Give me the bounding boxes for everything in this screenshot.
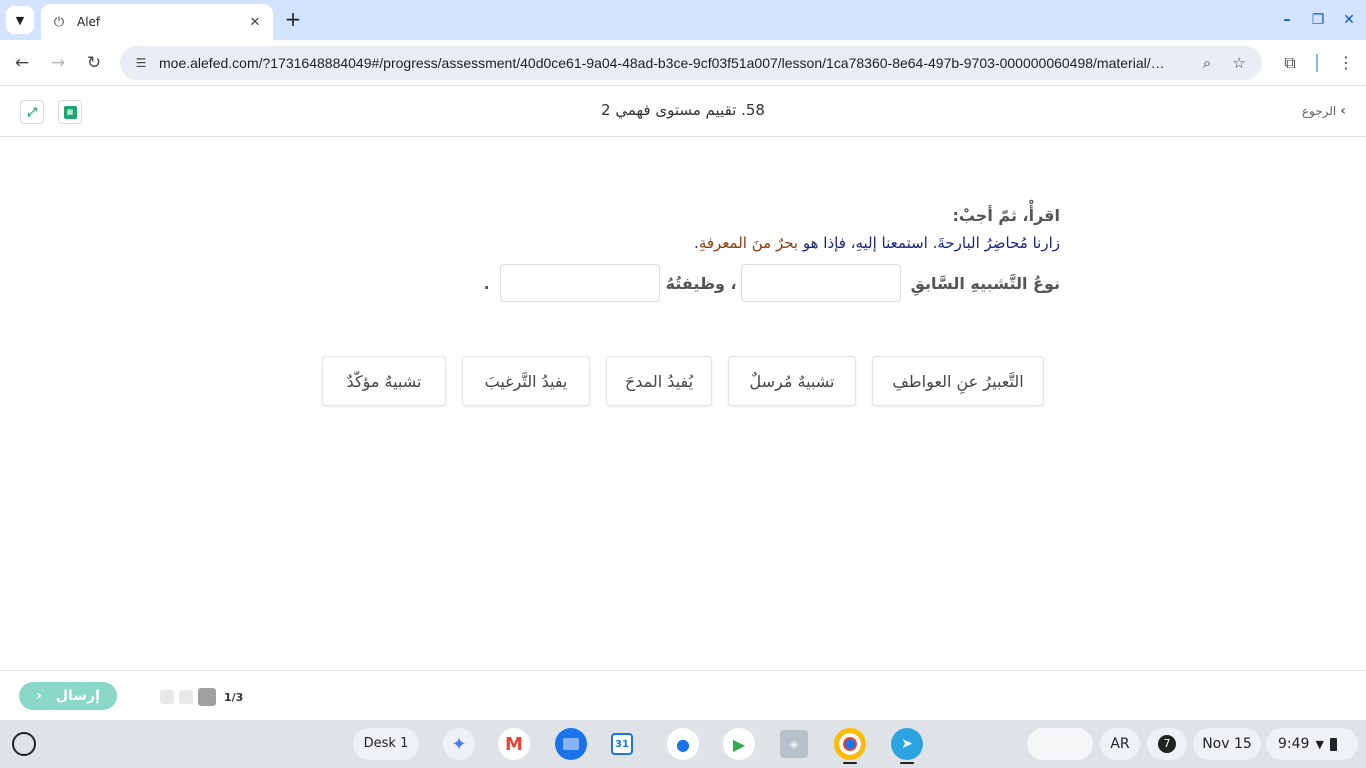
launcher-icon[interactable] — [12, 732, 36, 756]
tab-title: Alef — [77, 15, 101, 29]
gmail-icon[interactable]: M — [498, 728, 530, 760]
tab-search-chevron-down-icon[interactable]: ▼ — [6, 6, 34, 34]
page-count: 1/3 — [224, 690, 244, 704]
choice-card[interactable]: يفيدُ التَّرغيبَ — [462, 356, 590, 406]
browser-tab-strip: ▼ ⏻ Alef ✕ + – ❐ ✕ — [0, 0, 1366, 40]
tab-close-icon[interactable]: ✕ — [247, 15, 263, 30]
new-tab-plus-icon[interactable]: + — [282, 8, 304, 32]
chevron-left-icon: ‹ — [36, 688, 42, 704]
minimize-icon[interactable]: – — [1276, 9, 1298, 31]
chrome-running-indicator — [843, 762, 857, 764]
browser-toolbar: ← → ↻ ☰ moe.alefed.com/?1731648884049#/p… — [0, 40, 1366, 86]
lesson-header: ⤢ ▦ 58. تقييم مستوى فهمي 2 › الرجوع — [0, 87, 1366, 137]
chat-icon[interactable]: ● — [667, 728, 699, 760]
url-text[interactable]: moe.alefed.com/?1731648884049#/progress/… — [159, 55, 1186, 71]
fill-end-period: . — [483, 273, 490, 293]
gemini-sparkle-icon[interactable]: ✦ — [443, 728, 475, 760]
pager-dot[interactable] — [179, 690, 193, 704]
notifications-button[interactable]: 7 — [1147, 728, 1187, 760]
battery-icon — [1329, 737, 1337, 751]
fill-label-type: نوعُ التَّشبيهِ السَّابقِ — [910, 273, 1060, 293]
question-instruction: اقرأْ، ثمّ أجبْ: — [952, 206, 1060, 225]
question-pager: 1/3 — [160, 688, 243, 706]
chevron-right-icon: › — [1340, 103, 1346, 119]
answer-choices: التَّعبيرُ عنِ العواطفِ تشبيهٌ مُرسلٌ يُ… — [0, 356, 1366, 406]
alef-favicon-icon: ⏻ — [53, 14, 65, 30]
browser-tab[interactable]: ⏻ Alef ✕ — [41, 4, 273, 40]
choice-card[interactable]: يُفيدُ المدحَ — [606, 356, 712, 406]
restore-icon[interactable]: ❐ — [1307, 9, 1329, 31]
drop-zone-function[interactable] — [499, 264, 660, 302]
drop-zone-type[interactable] — [740, 264, 901, 302]
close-window-icon[interactable]: ✕ — [1338, 9, 1360, 31]
address-bar[interactable]: ☰ moe.alefed.com/?1731648884049#/progres… — [120, 46, 1262, 80]
calendar-icon[interactable]: 31 — [611, 733, 633, 755]
choice-card[interactable]: تشبيهٌ مؤكّدٌ — [322, 356, 446, 406]
telegram-icon[interactable]: ➤ — [891, 728, 923, 760]
notification-count: 7 — [1158, 735, 1176, 753]
page-title: 58. تقييم مستوى فهمي 2 — [601, 101, 765, 119]
app-cube-icon[interactable]: ◈ — [780, 730, 808, 758]
telegram-running-indicator — [900, 762, 914, 764]
choice-card[interactable]: التَّعبيرُ عنِ العواطفِ — [872, 356, 1044, 406]
holding-space-thumbnails[interactable] — [1027, 728, 1093, 760]
files-folder-icon[interactable] — [555, 728, 587, 760]
zoom-magnifier-icon[interactable]: ⌕ — [1196, 54, 1218, 72]
pager-dot[interactable] — [160, 690, 174, 704]
chrome-icon[interactable] — [834, 728, 866, 760]
os-shelf: Desk 1 ✦ M 31 ● ▶ ◈ ➤ AR 7 Nov 15 9:49 ▼ — [0, 720, 1366, 768]
choice-card[interactable]: تشبيهٌ مُرسلٌ — [728, 356, 856, 406]
pager-dot-active[interactable] — [198, 688, 216, 706]
reload-icon[interactable]: ↻ — [83, 52, 105, 74]
fill-in-row: نوعُ التَّشبيهِ السَّابقِ ، وظيفتُهُ . — [360, 264, 1060, 302]
fill-label-function: ، وظيفتُهُ — [665, 273, 737, 293]
back-label: الرجوع — [1301, 104, 1337, 118]
back-arrow-icon[interactable]: ← — [11, 52, 33, 74]
submit-button[interactable]: إرسال ‹ — [19, 682, 117, 710]
question-block: اقرأْ، ثمّ أجبْ: زارنا مُحاضِرُ البارحةَ… — [360, 206, 1060, 302]
forward-arrow-icon[interactable]: → — [47, 52, 69, 74]
bookmark-star-icon[interactable]: ☆ — [1228, 54, 1250, 72]
lesson-footer: إرسال ‹ 1/3 — [0, 670, 1366, 720]
desk-button[interactable]: Desk 1 — [353, 728, 419, 760]
wifi-icon: ▼ — [1315, 737, 1324, 751]
extensions-puzzle-icon[interactable]: ⧉ — [1279, 52, 1301, 74]
date-display[interactable]: Nov 15 — [1193, 728, 1261, 760]
ime-indicator[interactable]: AR — [1100, 728, 1140, 760]
back-button[interactable]: › الرجوع — [1302, 103, 1346, 119]
sentence-highlight: بحرٌ منَ المعرفةِ — [698, 234, 799, 252]
toolbar-divider — [1316, 54, 1318, 72]
site-info-tune-icon[interactable]: ☰ — [132, 56, 150, 70]
question-sentence: زارنا مُحاضِرُ البارحةَ. استمعنا إليهِ، … — [360, 234, 1060, 252]
status-tray[interactable]: 9:49 ▼ — [1266, 728, 1358, 760]
clock-time: 9:49 — [1278, 736, 1310, 752]
browser-menu-kebab-icon[interactable]: ⋮ — [1335, 52, 1357, 74]
play-store-icon[interactable]: ▶ — [723, 728, 755, 760]
submit-label: إرسال — [55, 688, 100, 704]
sentence-main: زارنا مُحاضِرُ البارحةَ. استمعنا إليهِ، … — [798, 234, 1060, 252]
